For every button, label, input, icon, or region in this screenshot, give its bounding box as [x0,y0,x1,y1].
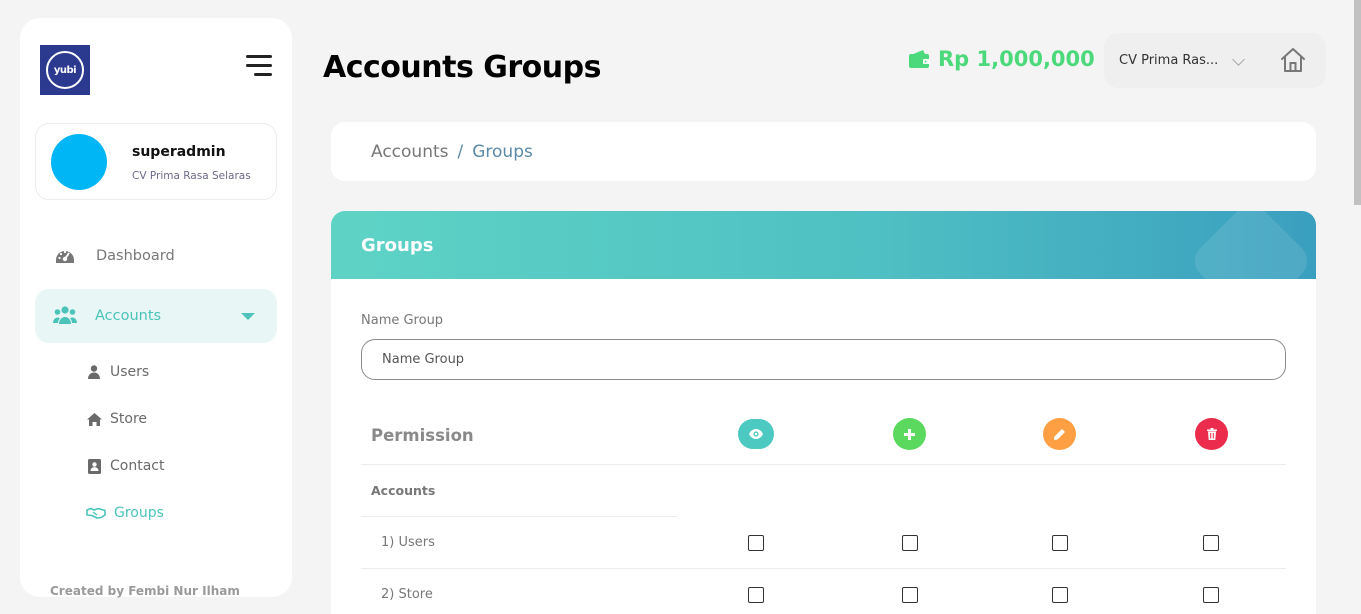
caret-down-icon [241,313,255,320]
sidebar-subitem-label: Groups [114,505,164,521]
breadcrumb-separator: / [457,141,464,162]
sidebar-subitem-label: Users [110,364,150,380]
breadcrumb-current: Groups [472,141,533,162]
user-icon [86,364,102,380]
permission-heading: Permission [371,426,474,445]
profile-username: superadmin [132,144,226,160]
sidebar-subitem-users[interactable]: Users [86,364,149,380]
avatar [51,134,107,190]
page-scrollbar[interactable] [1354,0,1361,205]
delete-trash-icon[interactable] [1195,418,1228,450]
sidebar-item-label: Accounts [95,308,162,324]
sidebar-subitem-store[interactable]: Store [86,411,147,427]
name-group-label: Name Group [361,313,444,328]
store-view-checkbox[interactable] [748,587,764,603]
users-view-checkbox[interactable] [748,535,764,551]
dashboard-gauge-icon [53,244,77,268]
users-edit-checkbox[interactable] [1052,535,1068,551]
breadcrumb: Accounts / Groups [331,122,1316,181]
wallet-icon [908,49,930,69]
divider [361,464,1286,465]
page-title: Accounts Groups [323,50,601,85]
footer-credit: Created by Fembi Nur Ilham [50,584,240,598]
breadcrumb-accounts[interactable]: Accounts [371,142,449,162]
sidebar-subitem-groups[interactable]: Groups [86,505,164,521]
logo-text: yubi [53,64,77,76]
card-header: Groups [331,211,1316,279]
store-delete-checkbox[interactable] [1203,587,1219,603]
sidebar: yubi superadmin CV Prima Rasa Selaras Da… [20,18,292,598]
edit-pencil-icon[interactable] [1043,418,1076,450]
divider [361,568,1286,569]
home-icon[interactable] [1279,46,1307,74]
home-icon [86,411,102,427]
sidebar-subitem-contact[interactable]: Contact [86,458,164,474]
permission-row-label: 2) Store [381,587,433,602]
permission-section-label: Accounts [371,483,436,498]
header-decoration [1187,211,1315,279]
menu-toggle-icon[interactable] [246,55,272,77]
company-switcher: CV Prima Ras... [1104,33,1326,88]
sidebar-item-label: Dashboard [96,248,175,264]
sidebar-subitem-label: Contact [110,458,165,474]
profile-company: CV Prima Rasa Selaras [132,170,251,182]
users-delete-checkbox[interactable] [1203,535,1219,551]
users-group-icon [53,304,77,328]
groups-card: Groups Name Group Permission Accounts 1)… [331,211,1316,614]
divider [361,516,677,517]
app-logo[interactable]: yubi [40,45,90,95]
store-edit-checkbox[interactable] [1052,587,1068,603]
user-profile-card[interactable]: superadmin CV Prima Rasa Selaras [35,123,277,200]
sidebar-item-accounts[interactable]: Accounts [35,289,277,343]
users-add-checkbox[interactable] [902,535,918,551]
card-title: Groups [361,235,434,256]
sidebar-item-dashboard[interactable]: Dashboard [35,229,277,283]
view-eye-icon[interactable] [738,419,774,449]
name-group-input[interactable] [361,339,1286,380]
store-add-checkbox[interactable] [902,587,918,603]
wallet-balance: Rp 1,000,000 [908,47,1095,71]
permission-row-label: 1) Users [381,535,435,550]
handshake-icon [86,505,106,521]
address-book-icon [86,458,102,474]
logo-mark: yubi [46,51,84,89]
balance-amount: Rp 1,000,000 [938,47,1095,71]
sidebar-subitem-label: Store [110,411,148,427]
add-plus-icon[interactable] [893,418,926,450]
